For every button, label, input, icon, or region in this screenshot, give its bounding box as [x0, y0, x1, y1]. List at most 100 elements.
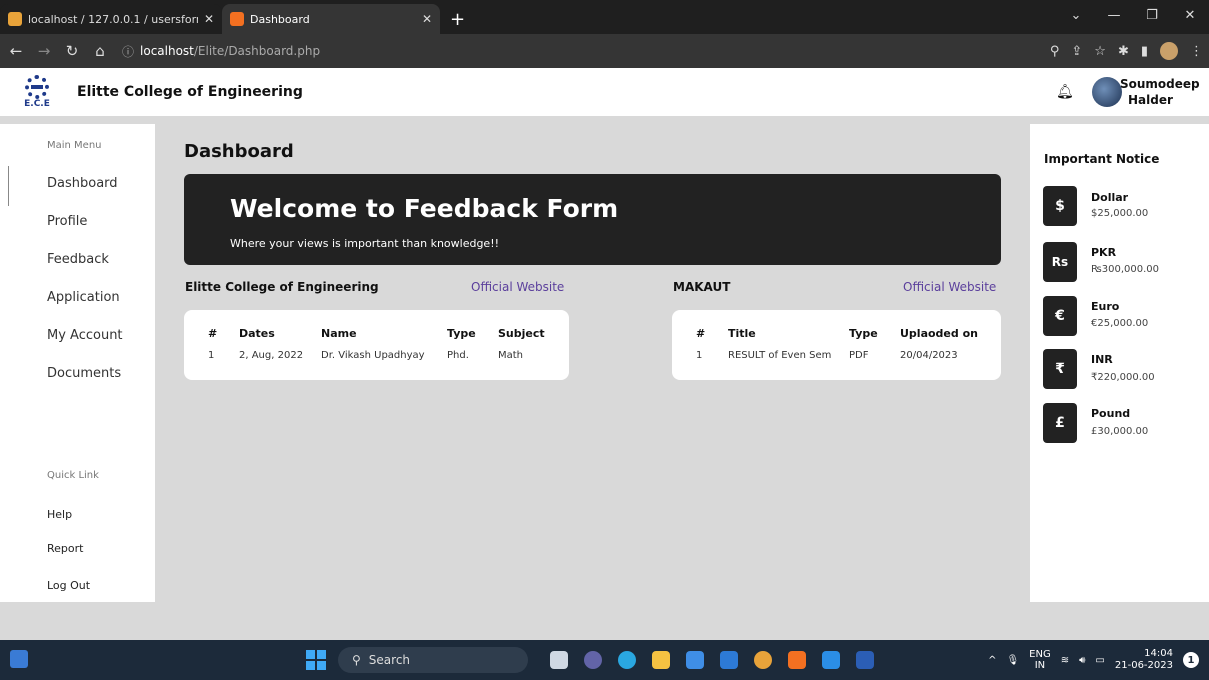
quick-link-title: Quick Link [47, 470, 99, 481]
card1-official-website-link[interactable]: Official Website [471, 280, 564, 294]
tab-search-icon[interactable]: ⌄ [1057, 8, 1095, 23]
menu-dots-icon[interactable]: ⋮ [1190, 44, 1203, 59]
info-icon[interactable]: ⓘ [122, 43, 134, 60]
close-tab-icon[interactable]: ✕ [204, 12, 214, 26]
user-first-name: Soumodeep [1120, 77, 1200, 91]
table-cell: Dr. Vikash Upadhyay [321, 350, 425, 361]
user-last-name: Halder [1128, 93, 1173, 107]
mail-icon[interactable] [720, 651, 738, 669]
tab-title: localhost / 127.0.0.1 / usersform [28, 12, 198, 26]
currency-value: £30,000.00 [1091, 426, 1149, 437]
home-icon[interactable]: ⌂ [88, 42, 112, 60]
lang-code: ENG [1029, 649, 1051, 660]
page-title: Dashboard [184, 141, 294, 162]
notification-badge[interactable]: 1 [1183, 652, 1199, 668]
table-header-cell: Uplaoded on [900, 327, 978, 340]
browser-tab-phpmyadmin[interactable]: localhost / 127.0.0.1 / usersform ✕ [0, 4, 222, 34]
zoom-icon[interactable]: ⚲ [1050, 44, 1060, 59]
profile-icon[interactable] [1160, 42, 1178, 60]
sidebar-item-profile[interactable]: Profile [47, 214, 87, 229]
sidebar-item-documents[interactable]: Documents [47, 366, 121, 381]
currency-name: PKR [1091, 246, 1117, 259]
table-header-cell: # [696, 327, 706, 340]
makaut-documents-table: # Title Type Uplaoded on 1 RESULT of Eve… [672, 310, 1001, 380]
vscode-icon[interactable] [822, 651, 840, 669]
euro-icon: € [1043, 296, 1077, 336]
restore-icon[interactable]: ❐ [1133, 8, 1171, 23]
quick-link-report[interactable]: Report [47, 542, 83, 555]
sidepanel-icon[interactable]: ▮ [1141, 44, 1148, 59]
currency-value: $25,000.00 [1091, 208, 1149, 219]
address-bar: ← → ↻ ⌂ ⓘ localhost/Elite/Dashboard.php … [0, 34, 1209, 68]
quick-link-logout[interactable]: Log Out [47, 579, 90, 592]
pound-icon: £ [1043, 403, 1077, 443]
logo-text: E.C.E [24, 99, 50, 109]
sidebar-item-application[interactable]: Application [47, 290, 120, 305]
task-view-icon[interactable] [550, 651, 568, 669]
reload-icon[interactable]: ↻ [60, 42, 84, 60]
sidebar-item-feedback[interactable]: Feedback [47, 252, 109, 267]
volume-icon[interactable]: 🔊︎ [1079, 655, 1085, 666]
browser-tab-dashboard[interactable]: Dashboard ✕ [222, 4, 440, 34]
language-indicator[interactable]: ENG IN [1029, 649, 1051, 671]
currency-value: ₨300,000.00 [1091, 264, 1159, 275]
table-cell: 20/04/2023 [900, 350, 958, 361]
search-label: Search [368, 653, 411, 667]
file-explorer-icon[interactable] [652, 651, 670, 669]
microphone-icon[interactable]: 🎙︎ [1006, 655, 1019, 666]
url-host: localhost [140, 44, 194, 58]
region-code: IN [1034, 660, 1046, 671]
banner-subtitle: Where your views is important than knowl… [230, 237, 500, 250]
store-icon[interactable] [686, 651, 704, 669]
taskbar-search[interactable]: ⚲ Search [338, 647, 528, 673]
table-cell: Math [498, 350, 524, 361]
battery-icon[interactable]: ▭ [1095, 655, 1104, 666]
chrome-icon[interactable] [754, 651, 772, 669]
card2-official-website-link[interactable]: Official Website [903, 280, 996, 294]
search-icon: ⚲ [352, 653, 361, 667]
table-cell: 1 [696, 350, 703, 361]
chevron-up-icon[interactable]: ^ [988, 655, 996, 666]
close-window-icon[interactable]: ✕ [1171, 8, 1209, 23]
share-icon[interactable]: ⇪ [1071, 44, 1082, 59]
window-controls: ⌄ — ❐ ✕ [1057, 0, 1209, 30]
bell-icon[interactable]: 🔔︎ [1056, 84, 1074, 100]
close-tab-icon[interactable]: ✕ [422, 12, 432, 26]
clock[interactable]: 14:04 21-06-2023 [1115, 648, 1173, 672]
sidebar-item-my-account[interactable]: My Account [47, 328, 123, 343]
url-field[interactable]: ⓘ localhost/Elite/Dashboard.php [122, 43, 320, 60]
wifi-icon[interactable]: ≋ [1061, 655, 1069, 666]
welcome-banner: Welcome to Feedback Form Where your view… [184, 174, 1001, 265]
teams-icon[interactable] [584, 651, 602, 669]
widgets-icon[interactable] [10, 650, 28, 668]
minimize-icon[interactable]: — [1095, 8, 1133, 23]
bookmark-star-icon[interactable]: ☆ [1094, 44, 1106, 59]
notice-title: Important Notice [1044, 152, 1160, 166]
forward-arrow-icon[interactable]: → [32, 42, 56, 60]
tab-title: Dashboard [250, 12, 310, 26]
xampp-taskbar-icon[interactable] [788, 651, 806, 669]
table-header-cell: Title [728, 327, 756, 340]
word-icon[interactable] [856, 651, 874, 669]
url-path: /Elite/Dashboard.php [193, 44, 321, 58]
new-tab-button[interactable]: + [440, 4, 475, 34]
card2-title: MAKAUT [673, 280, 731, 294]
extensions-icon[interactable]: ✱ [1118, 44, 1129, 59]
back-arrow-icon[interactable]: ← [4, 42, 28, 60]
app-header: E.C.E Elitte College of Engineering 🔔︎ S… [0, 68, 1209, 116]
sidebar-item-dashboard[interactable]: Dashboard [47, 176, 118, 191]
rupee-pkr-icon: Rs [1043, 242, 1077, 282]
table-cell: 2, Aug, 2022 [239, 350, 304, 361]
active-indicator [8, 166, 9, 206]
currency-value: ₹220,000.00 [1091, 372, 1155, 383]
avatar[interactable] [1092, 77, 1122, 107]
table-cell: 1 [208, 350, 215, 361]
user-profile[interactable]: Soumodeep Halder [1092, 76, 1209, 108]
currency-name: Dollar [1091, 191, 1129, 204]
windows-start-icon[interactable] [306, 650, 326, 670]
college-logo: E.C.E [22, 73, 52, 111]
table-header-cell: Type [447, 327, 476, 340]
currency-value: €25,000.00 [1091, 318, 1149, 329]
quick-link-help[interactable]: Help [47, 508, 72, 521]
edge-icon[interactable] [618, 651, 636, 669]
